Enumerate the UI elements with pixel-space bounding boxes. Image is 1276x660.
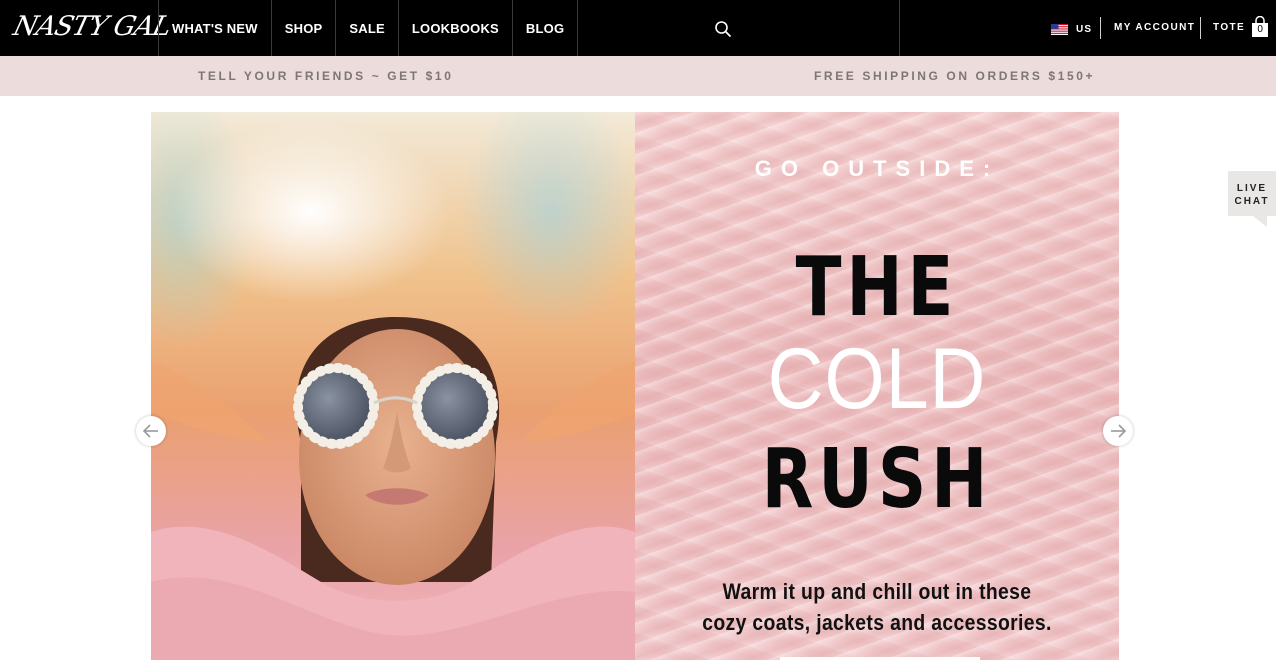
referral-promo-link[interactable]: TELL YOUR FRIENDS ~ GET $10 [198,69,453,83]
carousel-prev-button[interactable] [136,416,166,446]
live-chat-button[interactable]: LIVE CHAT [1228,171,1276,216]
nav-item-whats-new[interactable]: WHAT'S NEW [158,0,271,56]
arrow-left-icon [142,424,158,438]
hero-banner[interactable]: GO OUTSIDE: THE COLD RUSH Warm it up and… [151,112,1119,660]
account-divider [1100,17,1101,39]
tote-divider [1200,17,1201,39]
logo-text: NASTY GAL [10,11,174,42]
free-shipping-promo-link[interactable]: FREE SHIPPING ON ORDERS $150+ [814,69,1095,83]
hero-body-line-2: cozy coats, jackets and accessories. [702,610,1052,635]
hero-body-text: Warm it up and chill out in these cozy c… [664,576,1090,638]
my-account-link[interactable]: MY ACCOUNT [1114,22,1195,33]
region-label: US [1076,23,1093,35]
arrow-right-icon [1111,424,1127,438]
hero-headline-rush: RUSH [761,432,993,527]
tote-count: 0 [1257,24,1263,35]
site-header: NASTY GAL WHAT'S NEW SHOP SALE LOOKBOOKS… [0,0,1276,56]
nasty-gal-logo[interactable]: NASTY GAL [10,6,174,50]
live-chat-line-1: LIVE [1236,183,1268,194]
header-divider [899,0,900,56]
model-illustration [151,317,635,660]
live-chat-line-2: CHAT [1234,196,1270,207]
nav-item-lookbooks[interactable]: LOOKBOOKS [397,0,512,56]
hero-headline-cold: COLD [767,331,987,427]
shopping-bag-icon: 0 [1251,16,1269,38]
nav-item-sale[interactable]: SALE [335,0,397,56]
hero-kicker: GO OUTSIDE: [754,156,1000,181]
us-flag-icon [1051,23,1068,35]
hero-text-panel: GO OUTSIDE: THE COLD RUSH Warm it up and… [635,112,1119,660]
carousel-next-button[interactable] [1103,416,1133,446]
nav-item-blog[interactable]: BLOG [511,0,579,56]
live-chat-tail [1253,216,1267,227]
main-nav: WHAT'S NEW SHOP SALE LOOKBOOKS BLOG [158,0,579,56]
search-icon[interactable] [713,19,733,39]
nav-item-shop[interactable]: SHOP [270,0,336,56]
hero-body-line-1: Warm it up and chill out in these [722,579,1032,604]
region-selector[interactable]: US [1051,21,1092,37]
promo-bar: TELL YOUR FRIENDS ~ GET $10 FREE SHIPPIN… [0,56,1276,96]
live-chat-label: LIVE CHAT [1228,182,1276,208]
tote-button[interactable]: TOTE 0 [1213,16,1269,38]
hero-headline-the: THE [795,240,959,335]
hero-photo [151,112,635,660]
tote-label: TOTE [1213,21,1246,33]
